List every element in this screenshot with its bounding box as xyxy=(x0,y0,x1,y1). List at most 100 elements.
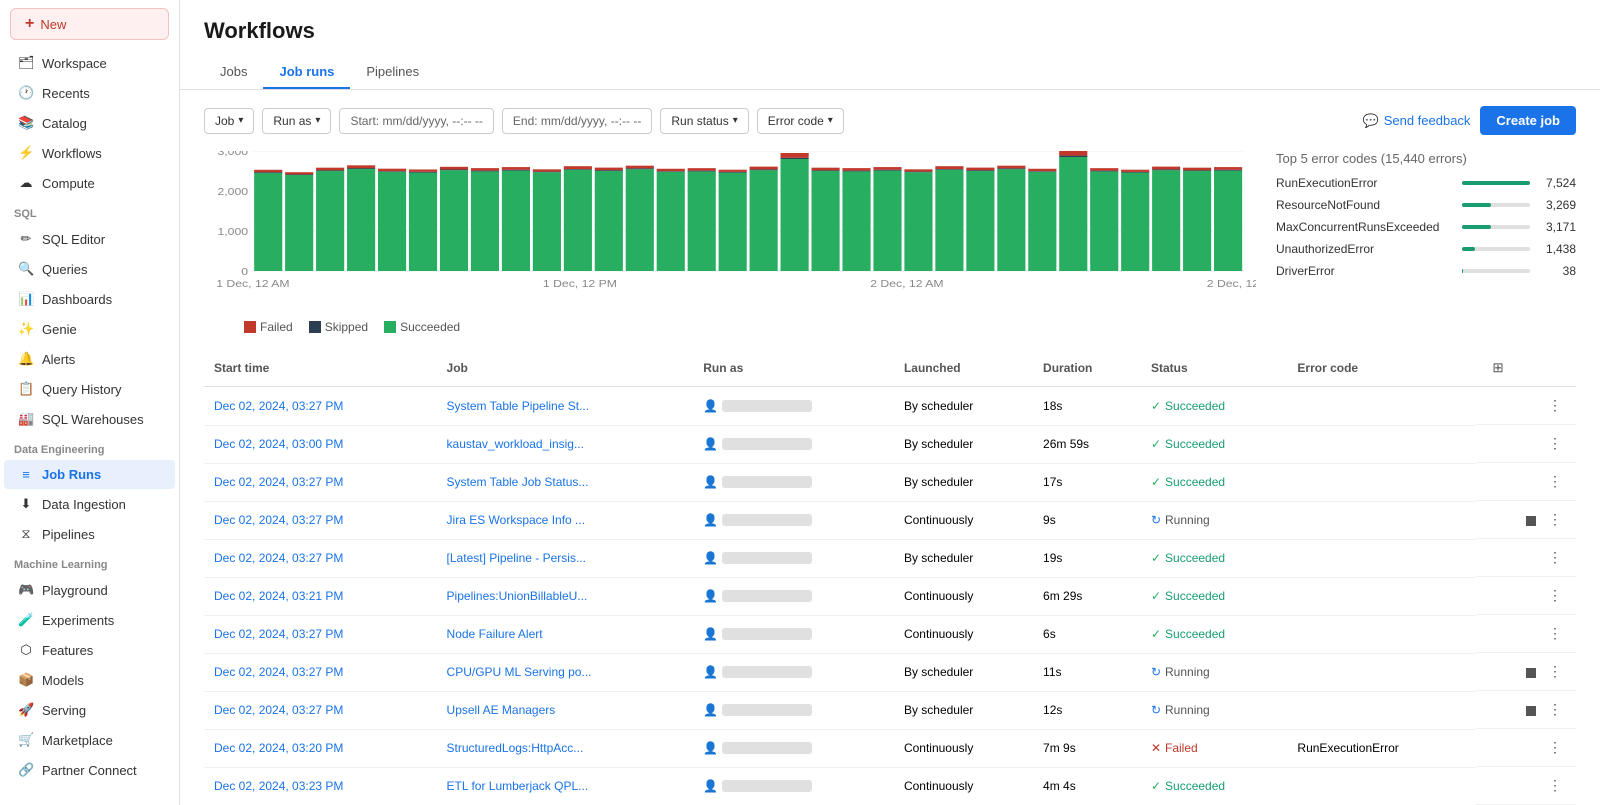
tab-pipelines[interactable]: Pipelines xyxy=(350,56,435,89)
start-time-link[interactable]: Dec 02, 2024, 03:23 PM xyxy=(214,779,343,793)
sidebar-item-features[interactable]: ⬡Features xyxy=(4,635,175,665)
start-time-link[interactable]: Dec 02, 2024, 03:27 PM xyxy=(214,627,343,641)
job-runs-table: Start timeJobRun asLaunchedDurationStatu… xyxy=(204,350,1576,805)
column-settings-button[interactable]: ⊞ xyxy=(1486,358,1509,378)
status-cell: ✓ Succeeded xyxy=(1141,577,1287,615)
create-job-button[interactable]: Create job xyxy=(1480,106,1576,135)
tab-jobs[interactable]: Jobs xyxy=(204,56,263,89)
run-params-cell: ⋮ xyxy=(1476,729,1576,767)
error-code-row: ResourceNotFound 3,269 xyxy=(1276,198,1576,212)
error-code-cell xyxy=(1287,425,1476,463)
sidebar-item-sql_editor[interactable]: ✏SQL Editor xyxy=(4,224,175,254)
row-actions-button[interactable]: ⋮ xyxy=(1544,509,1566,530)
job-link[interactable]: [Latest] Pipeline - Persis... xyxy=(447,551,586,565)
stop-run-button[interactable] xyxy=(1522,662,1540,682)
row-actions-button[interactable]: ⋮ xyxy=(1544,737,1566,758)
sidebar-item-query_history[interactable]: 📋Query History xyxy=(4,374,175,404)
job-link[interactable]: CPU/GPU ML Serving po... xyxy=(447,665,592,679)
run-as-filter[interactable]: Run as ▾ xyxy=(262,108,331,134)
error-code-name: DriverError xyxy=(1276,264,1456,278)
start-time-link[interactable]: Dec 02, 2024, 03:27 PM xyxy=(214,399,343,413)
error-code-row: DriverError 38 xyxy=(1276,264,1576,278)
sidebar-item-data_ingestion[interactable]: ⬇Data Ingestion xyxy=(4,489,175,519)
sidebar-label-experiments: Experiments xyxy=(42,613,114,628)
job-link[interactable]: ETL for Lumberjack QPL... xyxy=(447,779,589,793)
status-cell: ✓ Succeeded xyxy=(1141,425,1287,463)
sidebar-item-pipelines[interactable]: ⧖Pipelines xyxy=(4,519,175,549)
job-link[interactable]: Upsell AE Managers xyxy=(447,703,556,717)
stop-run-button[interactable] xyxy=(1522,510,1540,530)
run-as-value xyxy=(722,438,812,450)
row-actions-button[interactable]: ⋮ xyxy=(1544,661,1566,682)
row-actions-button[interactable]: ⋮ xyxy=(1544,623,1566,644)
start-time-link[interactable]: Dec 02, 2024, 03:27 PM xyxy=(214,551,343,565)
row-actions-button[interactable]: ⋮ xyxy=(1544,585,1566,606)
user-icon: 👤 xyxy=(703,703,718,717)
sidebar-item-workflows[interactable]: ⚡Workflows xyxy=(4,138,175,168)
run-as-value xyxy=(722,514,812,526)
start-time-link[interactable]: Dec 02, 2024, 03:27 PM xyxy=(214,665,343,679)
job-link[interactable]: StructuredLogs:HttpAcc... xyxy=(447,741,584,755)
sidebar-item-experiments[interactable]: 🧪Experiments xyxy=(4,605,175,635)
sidebar-label-workspace: Workspace xyxy=(42,56,107,71)
row-actions-button[interactable]: ⋮ xyxy=(1544,433,1566,454)
row-actions-button[interactable]: ⋮ xyxy=(1544,775,1566,796)
sidebar-item-playground[interactable]: 🎮Playground xyxy=(4,575,175,605)
start-date-filter[interactable]: Start: mm/dd/yyyy, --:-- -- xyxy=(339,108,493,134)
user-icon: 👤 xyxy=(703,551,718,565)
stop-run-button[interactable] xyxy=(1522,700,1540,720)
job-link[interactable]: System Table Pipeline St... xyxy=(447,399,590,413)
job-filter[interactable]: Job ▾ xyxy=(204,108,254,134)
sidebar-item-genie[interactable]: ✨Genie xyxy=(4,314,175,344)
job-link[interactable]: Jira ES Workspace Info ... xyxy=(447,513,586,527)
new-button[interactable]: + New xyxy=(10,8,169,40)
row-actions-button[interactable]: ⋮ xyxy=(1544,699,1566,720)
run-params-cell: ⋮ xyxy=(1476,615,1576,653)
run-as-cell: 👤 xyxy=(693,653,894,691)
job-link[interactable]: kaustav_workload_insig... xyxy=(447,437,584,451)
row-actions-button[interactable]: ⋮ xyxy=(1544,471,1566,492)
start-time-link[interactable]: Dec 02, 2024, 03:27 PM xyxy=(214,513,343,527)
chevron-down-icon: ▾ xyxy=(733,115,738,126)
run-as-value xyxy=(722,400,812,412)
start-time-link[interactable]: Dec 02, 2024, 03:20 PM xyxy=(214,741,343,755)
end-date-filter[interactable]: End: mm/dd/yyyy, --:-- -- xyxy=(502,108,652,134)
sidebar-item-serving[interactable]: 🚀Serving xyxy=(4,695,175,725)
sidebar-item-models[interactable]: 📦Models xyxy=(4,665,175,695)
sidebar-item-sql_warehouses[interactable]: 🏭SQL Warehouses xyxy=(4,404,175,434)
user-icon: 👤 xyxy=(703,589,718,603)
sidebar-item-recents[interactable]: 🕐Recents xyxy=(4,78,175,108)
row-actions-button[interactable]: ⋮ xyxy=(1544,547,1566,568)
status-badge: ✓ Succeeded xyxy=(1151,627,1225,641)
tab-job_runs[interactable]: Job runs xyxy=(263,56,350,89)
stop-icon xyxy=(1526,706,1536,716)
sidebar-item-compute[interactable]: ☁Compute xyxy=(4,168,175,198)
sidebar-item-queries[interactable]: 🔍Queries xyxy=(4,254,175,284)
start-time-link[interactable]: Dec 02, 2024, 03:00 PM xyxy=(214,437,343,451)
run-as-value xyxy=(722,552,812,564)
error-code-filter[interactable]: Error code ▾ xyxy=(757,108,844,134)
status-badge: ✓ Succeeded xyxy=(1151,399,1225,413)
start-time-link[interactable]: Dec 02, 2024, 03:27 PM xyxy=(214,475,343,489)
sidebar-item-alerts[interactable]: 🔔Alerts xyxy=(4,344,175,374)
sidebar-item-marketplace[interactable]: 🛒Marketplace xyxy=(4,725,175,755)
job_runs-icon: ≡ xyxy=(18,467,34,482)
row-actions-button[interactable]: ⋮ xyxy=(1544,395,1566,416)
job-link[interactable]: System Table Job Status... xyxy=(447,475,589,489)
start-time-link[interactable]: Dec 02, 2024, 03:21 PM xyxy=(214,589,343,603)
sidebar-section-sql_section: SQL xyxy=(0,198,179,224)
job-link[interactable]: Pipelines:UnionBillableU... xyxy=(447,589,588,603)
send-feedback-button[interactable]: 💬 Send feedback xyxy=(1363,113,1471,129)
start-time-link[interactable]: Dec 02, 2024, 03:27 PM xyxy=(214,703,343,717)
sidebar-item-workspace[interactable]: 🗂Workspace xyxy=(4,48,175,78)
sidebar-item-catalog[interactable]: 📚Catalog xyxy=(4,108,175,138)
recents-icon: 🕐 xyxy=(18,85,34,101)
marketplace-icon: 🛒 xyxy=(18,732,34,748)
job-link[interactable]: Node Failure Alert xyxy=(447,627,543,641)
sidebar-item-dashboards[interactable]: 📊Dashboards xyxy=(4,284,175,314)
sidebar-item-job_runs[interactable]: ≡Job Runs xyxy=(4,460,175,489)
main-content: Workflows JobsJob runsPipelines Job ▾ Ru… xyxy=(180,0,1600,805)
column-header-error-code: Error code xyxy=(1287,350,1476,387)
run-status-filter[interactable]: Run status ▾ xyxy=(660,108,748,134)
sidebar-item-partner_connect[interactable]: 🔗Partner Connect xyxy=(4,755,175,785)
